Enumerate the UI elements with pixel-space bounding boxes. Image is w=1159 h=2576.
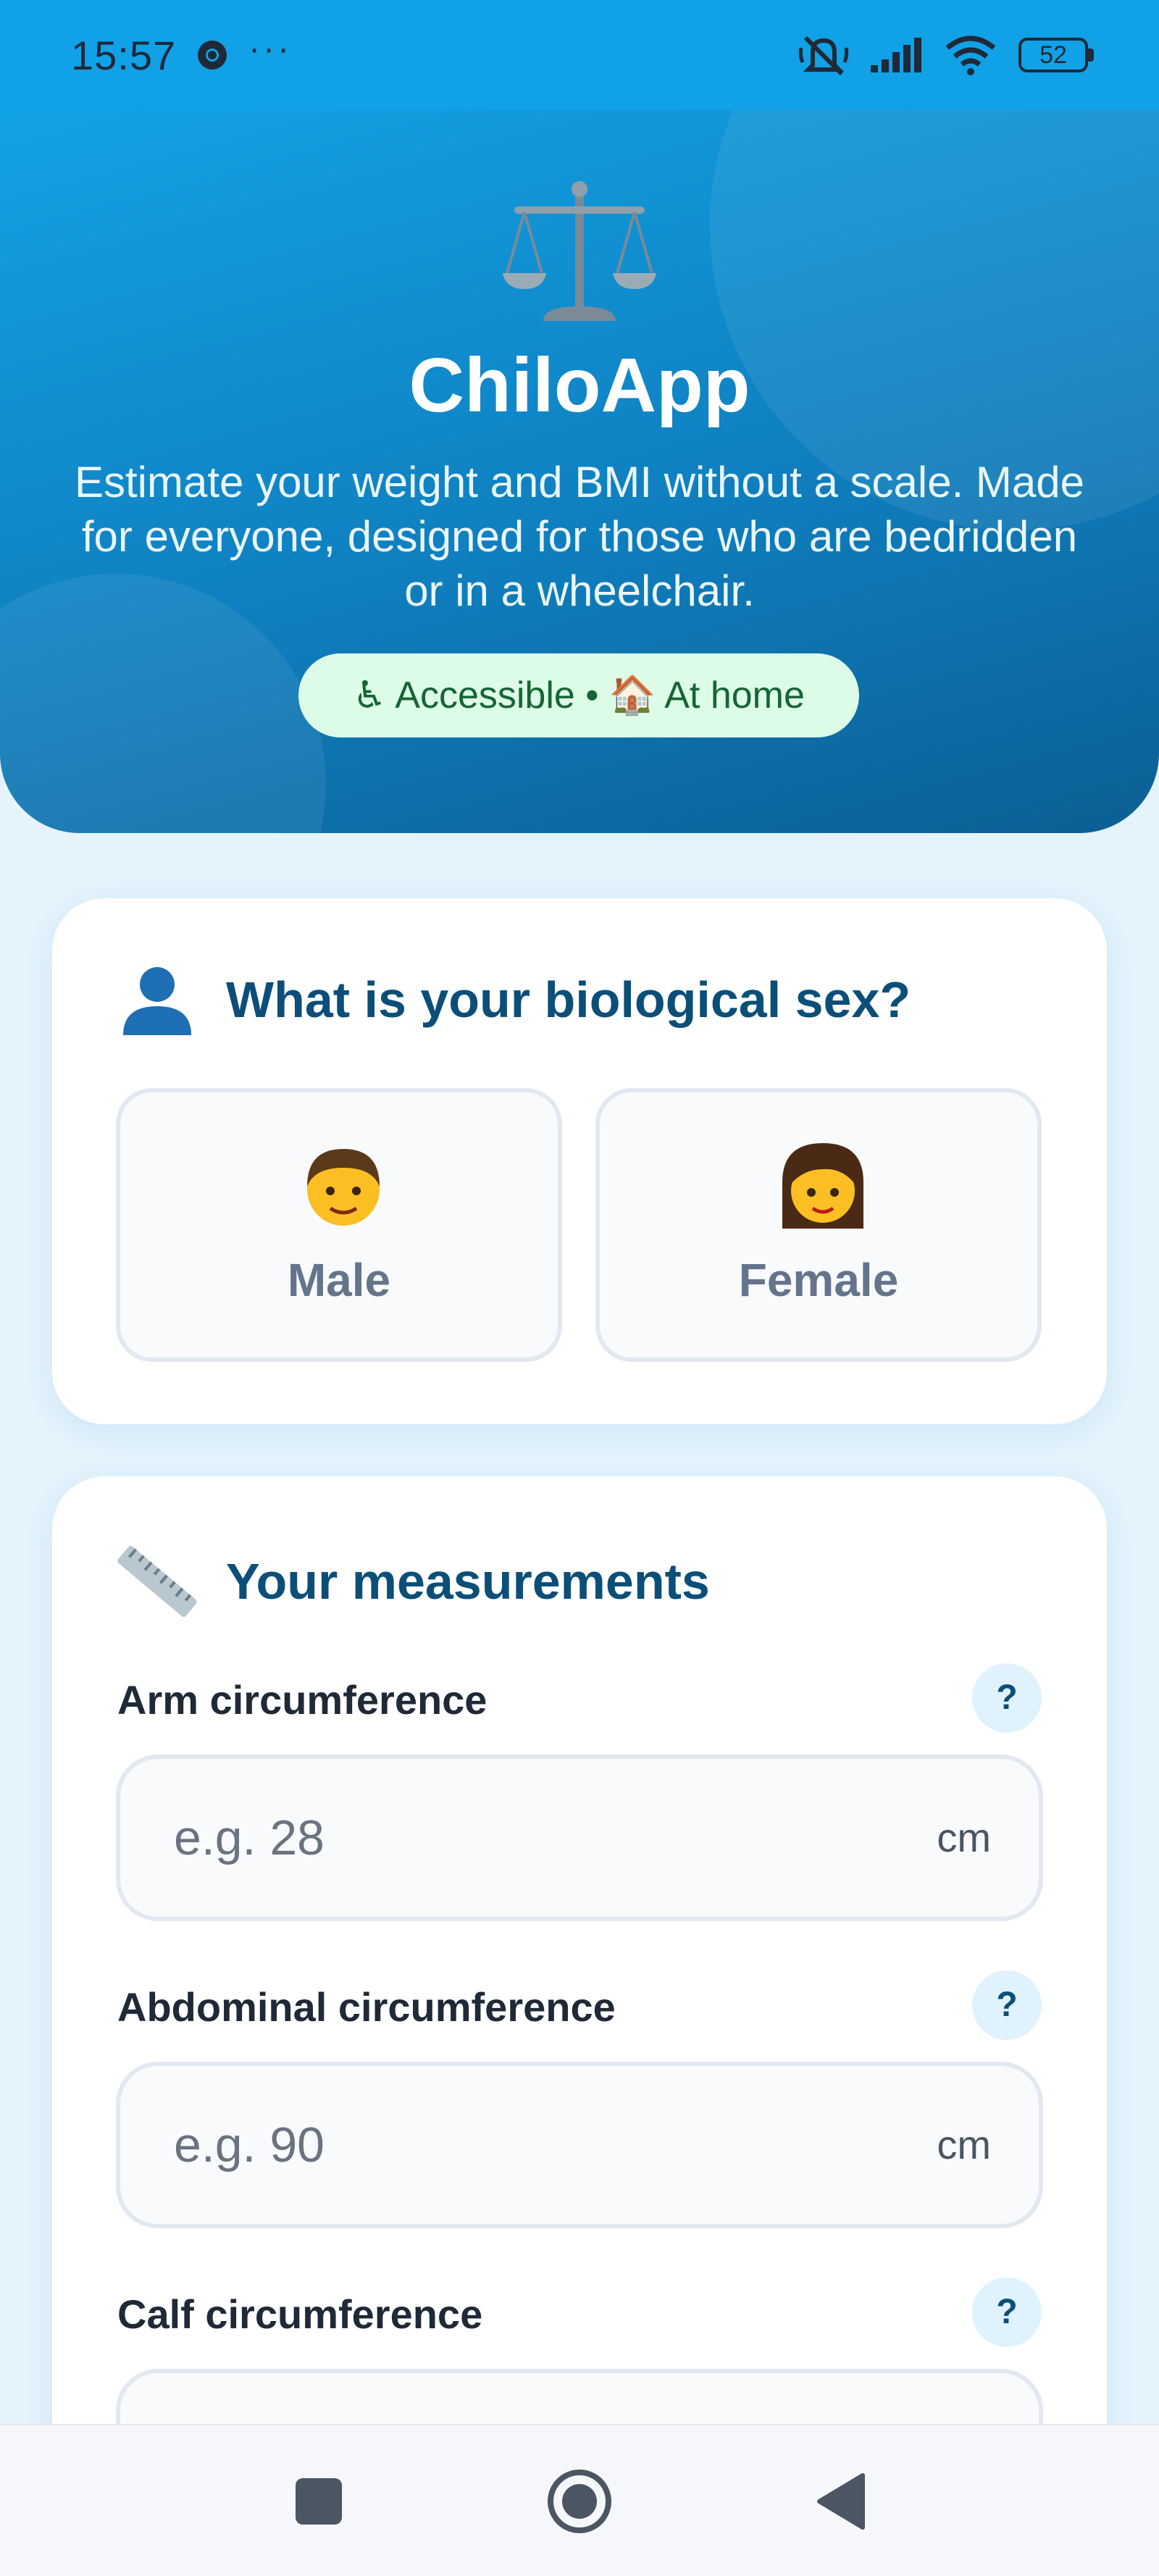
wifi-icon — [945, 35, 996, 75]
app-title: ChiloApp — [409, 343, 750, 428]
feature-badge: ♿ Accessible • 🏠 At home — [298, 653, 859, 737]
balance-scale-icon — [503, 181, 656, 321]
status-bar: 15:57 ··· 52 — [0, 0, 1159, 110]
hero-header: ChiloApp Estimate your weight and BMI wi… — [0, 110, 1159, 833]
battery-level: 52 — [1039, 41, 1067, 69]
abdominal-help-button[interactable]: ? — [972, 1970, 1042, 2040]
sex-option-male[interactable]: Male — [116, 1088, 562, 1362]
abdominal-circumference-field: cm — [116, 2062, 1043, 2228]
sex-option-label: Male — [287, 1254, 391, 1306]
silent-icon — [798, 35, 849, 76]
arm-circumference-input[interactable] — [174, 1759, 826, 1917]
signal-icon — [871, 38, 921, 72]
unit-label: cm — [937, 2122, 991, 2167]
calf-circumference-label: Calf circumference — [117, 2291, 483, 2337]
home-button[interactable] — [522, 2425, 637, 2576]
more-notifications-indicator: ··· — [248, 29, 293, 68]
battery-icon: 52 — [1018, 38, 1094, 72]
recents-square-icon — [296, 2478, 342, 2525]
sex-card-header: What is your biological sex? — [117, 960, 911, 1040]
recents-button[interactable] — [261, 2425, 377, 2576]
system-navigation-bar — [0, 2424, 1159, 2576]
status-left: 15:57 ··· — [71, 29, 293, 79]
abdominal-circumference-input[interactable] — [174, 2066, 826, 2224]
arm-circumference-label: Arm circumference — [117, 1677, 488, 1723]
arm-help-button[interactable]: ? — [972, 1663, 1042, 1733]
back-triangle-icon — [817, 2473, 865, 2530]
calf-help-button[interactable]: ? — [972, 2278, 1042, 2347]
measurements-card-header: Your measurements — [117, 1542, 710, 1621]
sex-card: What is your biological sex? Male Female — [52, 898, 1107, 1424]
home-circle-icon — [548, 2470, 611, 2533]
unit-label: cm — [937, 1815, 991, 1860]
man-face-icon — [307, 1149, 380, 1226]
person-silhouette-icon — [123, 967, 191, 1035]
sex-option-female[interactable]: Female — [595, 1088, 1042, 1362]
status-time: 15:57 — [71, 32, 177, 78]
measurements-card: Your measurements Arm circumference ? cm… — [52, 1476, 1107, 2576]
ruler-icon — [117, 1545, 197, 1618]
status-right: 52 — [798, 33, 1094, 77]
abdominal-circumference-label: Abdominal circumference — [117, 1984, 616, 2030]
back-button[interactable] — [782, 2425, 898, 2576]
app-subtitle: Estimate your weight and BMI without a s… — [74, 458, 1084, 615]
sex-card-title: What is your biological sex? — [226, 971, 911, 1028]
sex-option-label: Female — [738, 1254, 899, 1306]
measurements-card-title: Your measurements — [226, 1553, 710, 1610]
woman-face-icon — [782, 1143, 863, 1229]
arm-circumference-field: cm — [116, 1755, 1043, 1921]
chrome-icon — [198, 41, 227, 70]
